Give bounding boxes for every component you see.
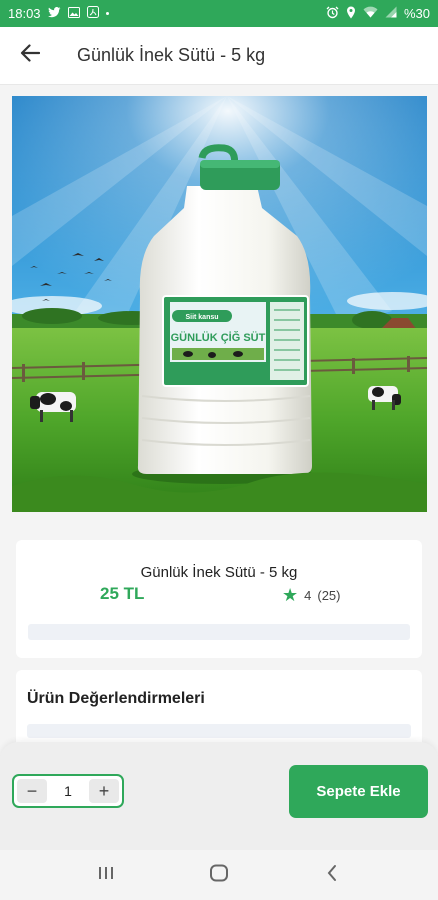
image-icon (67, 6, 80, 21)
decrease-quantity-button[interactable]: − (17, 779, 47, 803)
recent-apps-button[interactable] (76, 855, 136, 895)
rating-value: 4 (304, 587, 312, 603)
home-button[interactable] (189, 855, 249, 895)
home-icon (209, 864, 229, 887)
back-arrow-icon (20, 44, 41, 67)
notification-dot-icon (105, 12, 109, 15)
recent-apps-icon (97, 865, 115, 886)
status-bar: 18:03 %30 (0, 0, 438, 27)
system-back-button[interactable] (302, 855, 362, 895)
reviews-placeholder (27, 724, 411, 738)
loading-placeholder (28, 624, 410, 640)
add-to-cart-button[interactable]: Sepete Ekle (289, 765, 428, 818)
product-rating[interactable]: ★ 4 (25) (282, 586, 341, 604)
product-image-carousel[interactable]: Siit kansu GÜNLÜK ÇİĞ SÜT (12, 96, 427, 596)
alarm-icon (326, 6, 339, 22)
quantity-stepper[interactable]: − 1 + (12, 774, 124, 808)
location-icon (346, 6, 356, 22)
add-to-cart-panel: − 1 + Sepete Ekle (0, 742, 438, 850)
twitter-icon (47, 6, 61, 21)
chevron-left-icon (326, 864, 338, 887)
reviews-title: Ürün Değerlendirmeleri (27, 690, 205, 707)
product-price: 25 TL (100, 584, 145, 603)
back-button[interactable] (0, 27, 60, 85)
wifi-icon (363, 6, 378, 21)
rating-count: (25) (317, 587, 341, 603)
signal-icon (385, 6, 397, 21)
page-title: Günlük İnek Sütü - 5 kg (77, 45, 266, 65)
product-info-card: Günlük İnek Sütü - 5 kg 25 TL ★ 4 (25) (16, 540, 422, 658)
app-header: Günlük İnek Sütü - 5 kg (0, 27, 438, 85)
quantity-value: 1 (64, 783, 72, 799)
label-product-name: GÜNLÜK ÇİĞ SÜT (171, 331, 266, 344)
increase-quantity-button[interactable]: + (88, 779, 119, 803)
system-nav-bar (0, 850, 438, 900)
label-brand: Siit kansu (185, 314, 218, 321)
product-image: Siit kansu GÜNLÜK ÇİĞ SÜT (12, 96, 427, 512)
status-time: 18:03 (8, 6, 41, 21)
star-icon: ★ (282, 585, 299, 605)
app-icon (86, 6, 99, 21)
battery-percent: %30 (403, 6, 430, 21)
product-name: Günlük İnek Sütü - 5 kg (140, 564, 298, 581)
